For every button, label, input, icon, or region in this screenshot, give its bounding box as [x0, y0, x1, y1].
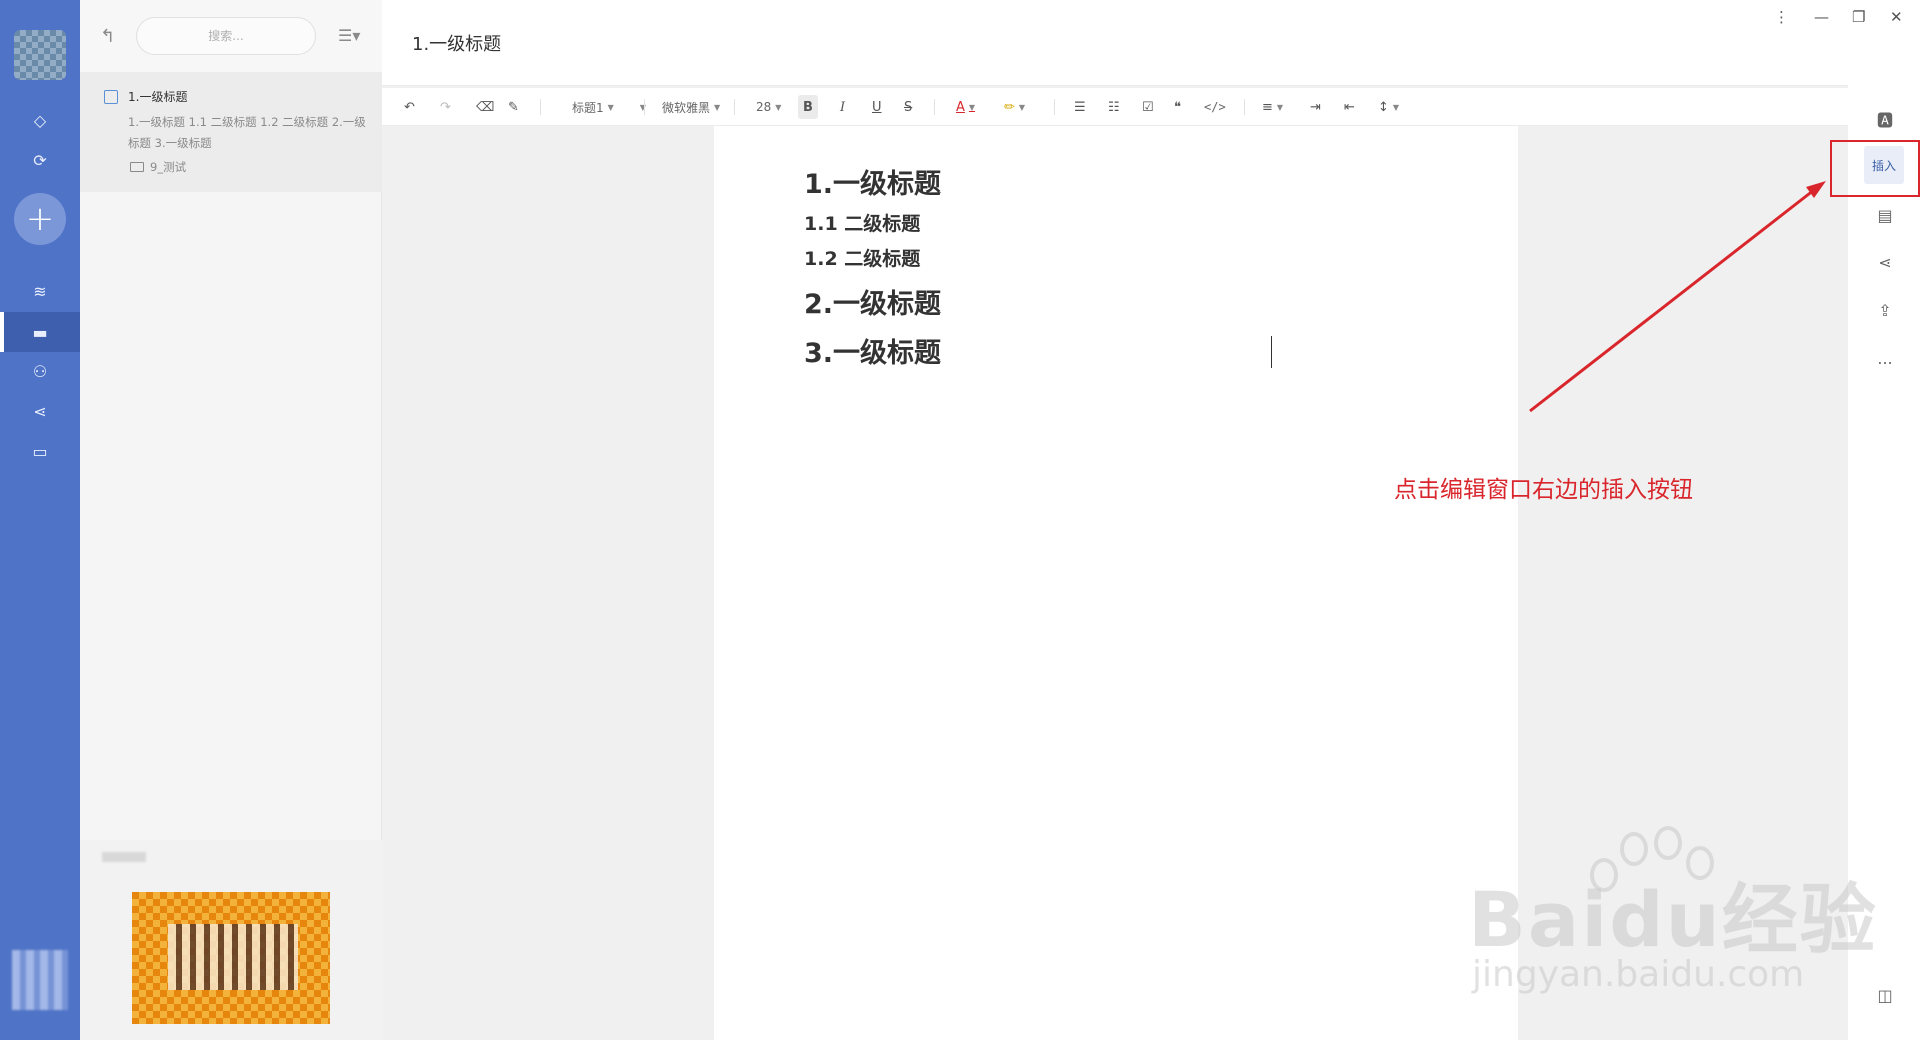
note-edit-icon — [104, 90, 118, 104]
style-select[interactable]: 标题1 ▼ ▼ — [572, 88, 646, 126]
heading-1[interactable]: 2.一级标题 — [804, 282, 941, 321]
size-select[interactable]: 28 ▼ — [756, 88, 781, 126]
bold-button[interactable]: B — [798, 95, 818, 119]
share-icon[interactable]: ⋖ — [1874, 251, 1896, 273]
nav-rail: ◇ ⟳ + ≋ ▬ ⚇ ⋖ ▭ — [0, 0, 80, 1040]
share-nav-icon[interactable]: ⋖ — [27, 398, 53, 424]
layers-icon[interactable]: ≋ — [27, 278, 53, 304]
chevron-down-icon: ▼ — [1392, 102, 1400, 112]
blurred-label — [102, 852, 146, 862]
chevron-down-icon: ▼ — [775, 102, 782, 112]
checkbox-icon[interactable]: ☑ — [1142, 88, 1154, 126]
format-painter-icon[interactable]: ✎ — [508, 88, 519, 126]
heading-1[interactable]: 3.一级标题 — [804, 331, 941, 370]
bullet-list-icon[interactable]: ☰ — [1074, 88, 1086, 126]
heading-1[interactable]: 1.一级标题 — [804, 162, 941, 201]
restore-icon[interactable]: ❐ — [1852, 8, 1865, 26]
chevron-down-icon: ▼ — [968, 102, 976, 112]
contacts-icon[interactable]: ⚇ — [27, 358, 53, 384]
chevron-down-icon: ▼ — [1276, 102, 1284, 112]
undo-icon[interactable]: ↶ — [404, 88, 415, 126]
export-icon[interactable]: ⇪ — [1874, 299, 1896, 321]
folder-icon[interactable]: ▬ — [27, 319, 53, 345]
user-avatar[interactable] — [14, 30, 66, 80]
quote-icon[interactable]: ❝ — [1174, 88, 1181, 126]
minimize-icon[interactable]: — — [1814, 8, 1829, 26]
note-item-preview: 1.一级标题 1.1 二级标题 1.2 二级标题 2.一级标题 3.一级标题 — [128, 115, 366, 150]
line-height-icon[interactable]: ↕ ▼ — [1378, 88, 1399, 126]
window-menu-icon[interactable]: ⋮ — [1774, 8, 1789, 26]
add-note-button[interactable]: + — [14, 193, 66, 245]
format-toolbar: ↶ ↷ ⌫ ✎ 标题1 ▼ ▼ 微软雅黑 ▼ 28 ▼ B I U S A ▼ ✏ ▼ ☰ … — [382, 88, 1848, 126]
panel-toggle-icon[interactable]: ◫ — [1874, 984, 1896, 1006]
close-icon[interactable]: ✕ — [1890, 8, 1903, 26]
note-item-title: 1.一级标题 — [128, 90, 188, 104]
underline-button[interactable]: U — [872, 88, 882, 126]
font-color-label: A — [956, 99, 965, 115]
folder-small-icon — [130, 162, 144, 172]
style-select-label: 标题1 — [572, 100, 604, 115]
search-input[interactable]: 搜索... — [136, 17, 316, 55]
sort-menu-icon[interactable]: ☰▾ — [338, 26, 360, 45]
font-select[interactable]: 微软雅黑 ▼ — [662, 88, 720, 126]
more-icon[interactable]: ... — [1874, 347, 1896, 369]
note-list-item[interactable]: 1.一级标题 1.一级标题 1.1 二级标题 1.2 二级标题 2.一级标题 3… — [80, 72, 382, 192]
outdent-icon[interactable]: ⇤ — [1344, 88, 1355, 126]
chevron-down-icon: ▼ — [639, 102, 646, 112]
heading-2[interactable]: 1.1 二级标题 — [804, 209, 920, 236]
redo-icon[interactable]: ↷ — [440, 88, 451, 126]
watermark-text: Baidu经验 — [1468, 875, 1878, 964]
annotation-highlight-box — [1830, 140, 1920, 197]
note-list-header: ↰ 搜索... ☰▾ — [80, 0, 382, 72]
sync-icon[interactable]: ⟳ — [27, 147, 53, 173]
app-window: ◇ ⟳ + ≋ ▬ ⚇ ⋖ ▭ ↰ 搜索... ☰▾ 1.一级标题 1.一级标题… — [0, 0, 1920, 1040]
text-cursor — [1271, 336, 1272, 368]
text-format-icon[interactable]: 🅰 — [1874, 108, 1896, 130]
numbered-list-icon[interactable]: ☷ — [1108, 88, 1120, 126]
ad-banner[interactable] — [132, 892, 330, 1024]
eraser-icon[interactable]: ⌫ — [476, 88, 494, 126]
size-select-label: 28 — [756, 100, 772, 114]
highlight-button[interactable]: ✏ ▼ — [1004, 88, 1025, 126]
ad-area — [80, 840, 382, 1040]
note-item-folder: 9_测试 — [150, 160, 187, 174]
editor-header: 1.一级标题 — [382, 0, 1848, 86]
back-icon[interactable]: ↰ — [100, 26, 115, 47]
indent-icon[interactable]: ⇥ — [1310, 88, 1321, 126]
note-list-panel: ↰ 搜索... ☰▾ 1.一级标题 1.一级标题 1.1 二级标题 1.2 二级… — [80, 0, 382, 1040]
trash-icon[interactable]: ▭ — [27, 438, 53, 464]
align-icon[interactable]: ≡ ▼ — [1262, 88, 1283, 126]
document-page[interactable]: 1.一级标题 1.1 二级标题 1.2 二级标题 2.一级标题 3.一级标题 — [714, 126, 1518, 1040]
font-select-label: 微软雅黑 — [662, 100, 711, 115]
italic-button[interactable]: I — [840, 88, 845, 126]
doc-title[interactable]: 1.一级标题 — [412, 30, 501, 56]
diamond-icon[interactable]: ◇ — [27, 107, 53, 133]
chevron-down-icon: ▼ — [714, 102, 721, 112]
annotation-text: 点击编辑窗口右边的插入按钮 — [1394, 477, 1693, 503]
font-color-button[interactable]: A ▼ — [956, 88, 975, 126]
blurred-logo — [12, 950, 68, 1010]
code-icon[interactable]: </> — [1204, 88, 1226, 126]
chevron-down-icon: ▼ — [607, 102, 614, 112]
strikethrough-button[interactable]: S — [904, 88, 912, 126]
heading-2[interactable]: 1.2 二级标题 — [804, 244, 920, 271]
chevron-down-icon: ▼ — [1018, 102, 1026, 112]
watermark-url: jingyan.baidu.com — [1472, 954, 1805, 995]
document-icon[interactable]: ▤ — [1874, 204, 1896, 226]
